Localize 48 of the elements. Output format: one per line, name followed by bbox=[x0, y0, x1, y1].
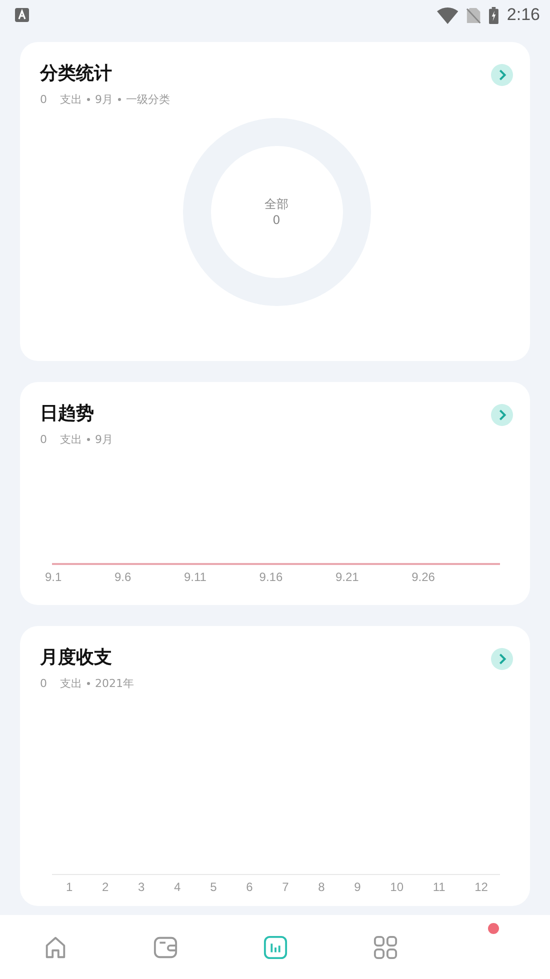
axis-label: 5 bbox=[210, 880, 217, 894]
axis-label: 7 bbox=[282, 880, 289, 894]
axis-label: 4 bbox=[174, 880, 181, 894]
axis-label: 9.11 bbox=[184, 570, 206, 584]
axis-label: 10 bbox=[390, 880, 404, 894]
axis-label: 9.21 bbox=[335, 570, 359, 584]
card-title: 月度收支 bbox=[40, 646, 113, 670]
axis-label: 9.26 bbox=[412, 570, 435, 584]
axis-label: 9 bbox=[354, 880, 361, 894]
subtitle-text: 9月 bbox=[95, 92, 113, 107]
donut-label: 全部 bbox=[264, 196, 288, 212]
battery-icon bbox=[489, 6, 499, 24]
subtitle-text: 0 bbox=[40, 677, 47, 690]
separator-dot bbox=[87, 98, 90, 101]
donut-value: 0 bbox=[272, 212, 280, 228]
subtitle-text: 9月 bbox=[95, 432, 113, 447]
axis-label: 9.6 bbox=[114, 570, 132, 584]
axis-label: 1 bbox=[66, 880, 73, 894]
bar-chart-icon bbox=[262, 934, 288, 960]
chevron-right-button[interactable] bbox=[491, 404, 513, 426]
subtitle-text: 支出 bbox=[60, 676, 82, 691]
subtitle-text: 支出 bbox=[60, 432, 82, 447]
keyboard-icon bbox=[15, 8, 29, 22]
card-title: 日趋势 bbox=[40, 402, 95, 426]
clock-time: 2:16 bbox=[506, 5, 540, 25]
wallet-icon bbox=[152, 934, 178, 960]
subtitle-text: 0 bbox=[40, 93, 47, 106]
axis-label: 9.1 bbox=[45, 570, 62, 584]
axis-label: 12 bbox=[474, 880, 488, 894]
separator-dot bbox=[118, 98, 121, 101]
no-sim-icon bbox=[466, 6, 482, 24]
axis-label: 2 bbox=[102, 880, 109, 894]
subtitle-text: 2021年 bbox=[95, 676, 134, 691]
axis-label: 8 bbox=[318, 880, 325, 894]
axis-label: 11 bbox=[432, 880, 446, 894]
card-title: 分类统计 bbox=[40, 62, 113, 86]
subtitle-text: 0 bbox=[40, 433, 47, 446]
wifi-icon bbox=[437, 6, 458, 24]
chevron-right-button[interactable] bbox=[491, 648, 513, 670]
axis-label: 3 bbox=[138, 880, 145, 894]
separator-dot bbox=[87, 682, 90, 685]
separator-dot bbox=[87, 438, 90, 441]
grid-icon bbox=[372, 934, 398, 960]
axis-label: 9.16 bbox=[259, 570, 283, 584]
chevron-right-button[interactable] bbox=[491, 64, 513, 86]
subtitle-text: 一级分类 bbox=[126, 92, 170, 107]
subtitle-text: 支出 bbox=[60, 92, 82, 107]
axis-label: 6 bbox=[246, 880, 253, 894]
